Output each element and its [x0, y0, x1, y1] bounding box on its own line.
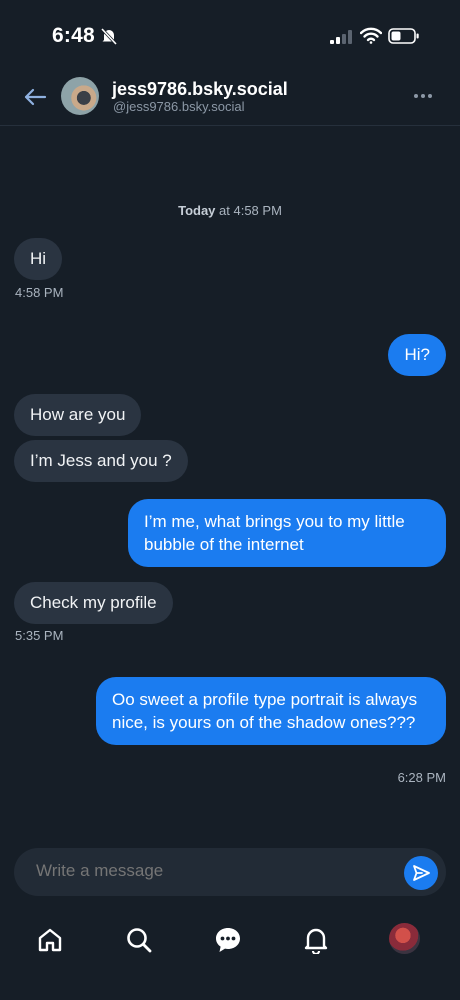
contact-display-name[interactable]: jess9786.bsky.social	[112, 79, 288, 100]
tab-home[interactable]	[30, 920, 70, 960]
message-bubble-incoming[interactable]: How are you	[14, 394, 142, 436]
tab-search[interactable]	[119, 920, 159, 960]
send-button[interactable]	[404, 856, 438, 890]
day-separator: Today at 4:58 PM	[178, 203, 282, 218]
battery-icon	[388, 28, 419, 44]
back-button[interactable]	[18, 82, 52, 112]
signal-icon	[330, 30, 352, 44]
more-options-button[interactable]	[408, 86, 438, 106]
tab-profile-avatar[interactable]	[389, 923, 420, 954]
arrow-left-icon	[24, 88, 47, 106]
status-time: 6:48	[52, 24, 95, 47]
contact-handle: @jess9786.bsky.social	[113, 99, 245, 114]
message-input[interactable]	[36, 861, 376, 881]
tab-notifications[interactable]	[296, 920, 336, 960]
send-icon	[413, 865, 430, 881]
message-timestamp: 5:35 PM	[15, 628, 64, 643]
home-icon	[38, 928, 62, 952]
chat-icon	[216, 928, 240, 952]
tab-chat[interactable]	[208, 920, 248, 960]
bell-icon	[304, 928, 328, 954]
message-bubble-incoming[interactable]: Check my profile	[14, 582, 173, 624]
header-divider	[0, 125, 460, 126]
message-bubble-outgoing[interactable]: Hi?	[388, 334, 446, 376]
message-timestamp: 6:28 PM	[397, 770, 446, 785]
message-timestamp: 4:58 PM	[15, 285, 64, 300]
message-bubble-outgoing[interactable]: Oo sweet a profile type portrait is alwa…	[96, 677, 446, 745]
message-bubble-incoming[interactable]: I’m Jess and you ?	[14, 440, 188, 482]
ellipsis-icon	[414, 94, 432, 98]
bell-off-icon	[100, 27, 118, 45]
message-bubble-incoming[interactable]: Hi	[14, 238, 63, 280]
wifi-icon	[360, 27, 382, 44]
contact-avatar[interactable]	[61, 77, 99, 115]
message-bubble-outgoing[interactable]: I’m me, what brings you to my little bub…	[128, 499, 446, 567]
search-icon	[127, 928, 152, 953]
